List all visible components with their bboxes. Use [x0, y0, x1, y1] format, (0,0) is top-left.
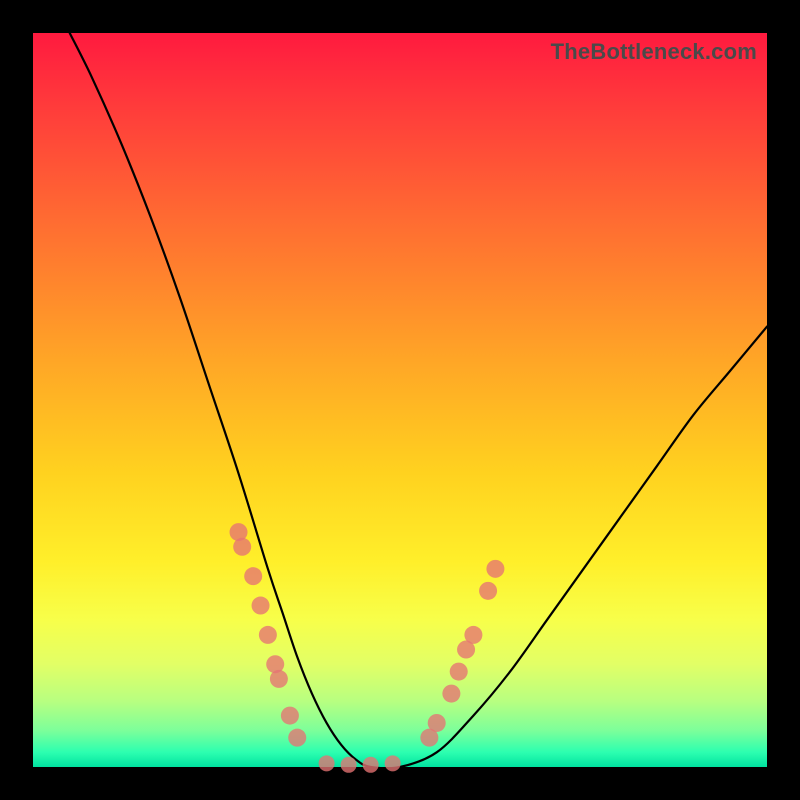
data-marker	[259, 626, 277, 644]
data-marker	[385, 755, 401, 771]
data-marker	[288, 729, 306, 747]
chart-stage: TheBottleneck.com	[0, 0, 800, 800]
left-markers-group	[230, 523, 307, 747]
data-marker	[464, 626, 482, 644]
data-marker	[270, 670, 288, 688]
data-marker	[233, 538, 251, 556]
data-marker	[442, 685, 460, 703]
data-marker	[341, 757, 357, 773]
chart-svg	[33, 33, 767, 767]
data-marker	[479, 582, 497, 600]
right-markers-group	[420, 560, 504, 747]
data-marker	[244, 567, 262, 585]
data-marker	[428, 714, 446, 732]
data-marker	[319, 755, 335, 771]
valley-markers-group	[319, 755, 401, 772]
data-marker	[363, 757, 379, 773]
plot-area: TheBottleneck.com	[33, 33, 767, 767]
data-marker	[252, 597, 270, 615]
data-marker	[450, 663, 468, 681]
data-marker	[281, 707, 299, 725]
bottleneck-curve-path	[70, 33, 767, 768]
data-marker	[486, 560, 504, 578]
